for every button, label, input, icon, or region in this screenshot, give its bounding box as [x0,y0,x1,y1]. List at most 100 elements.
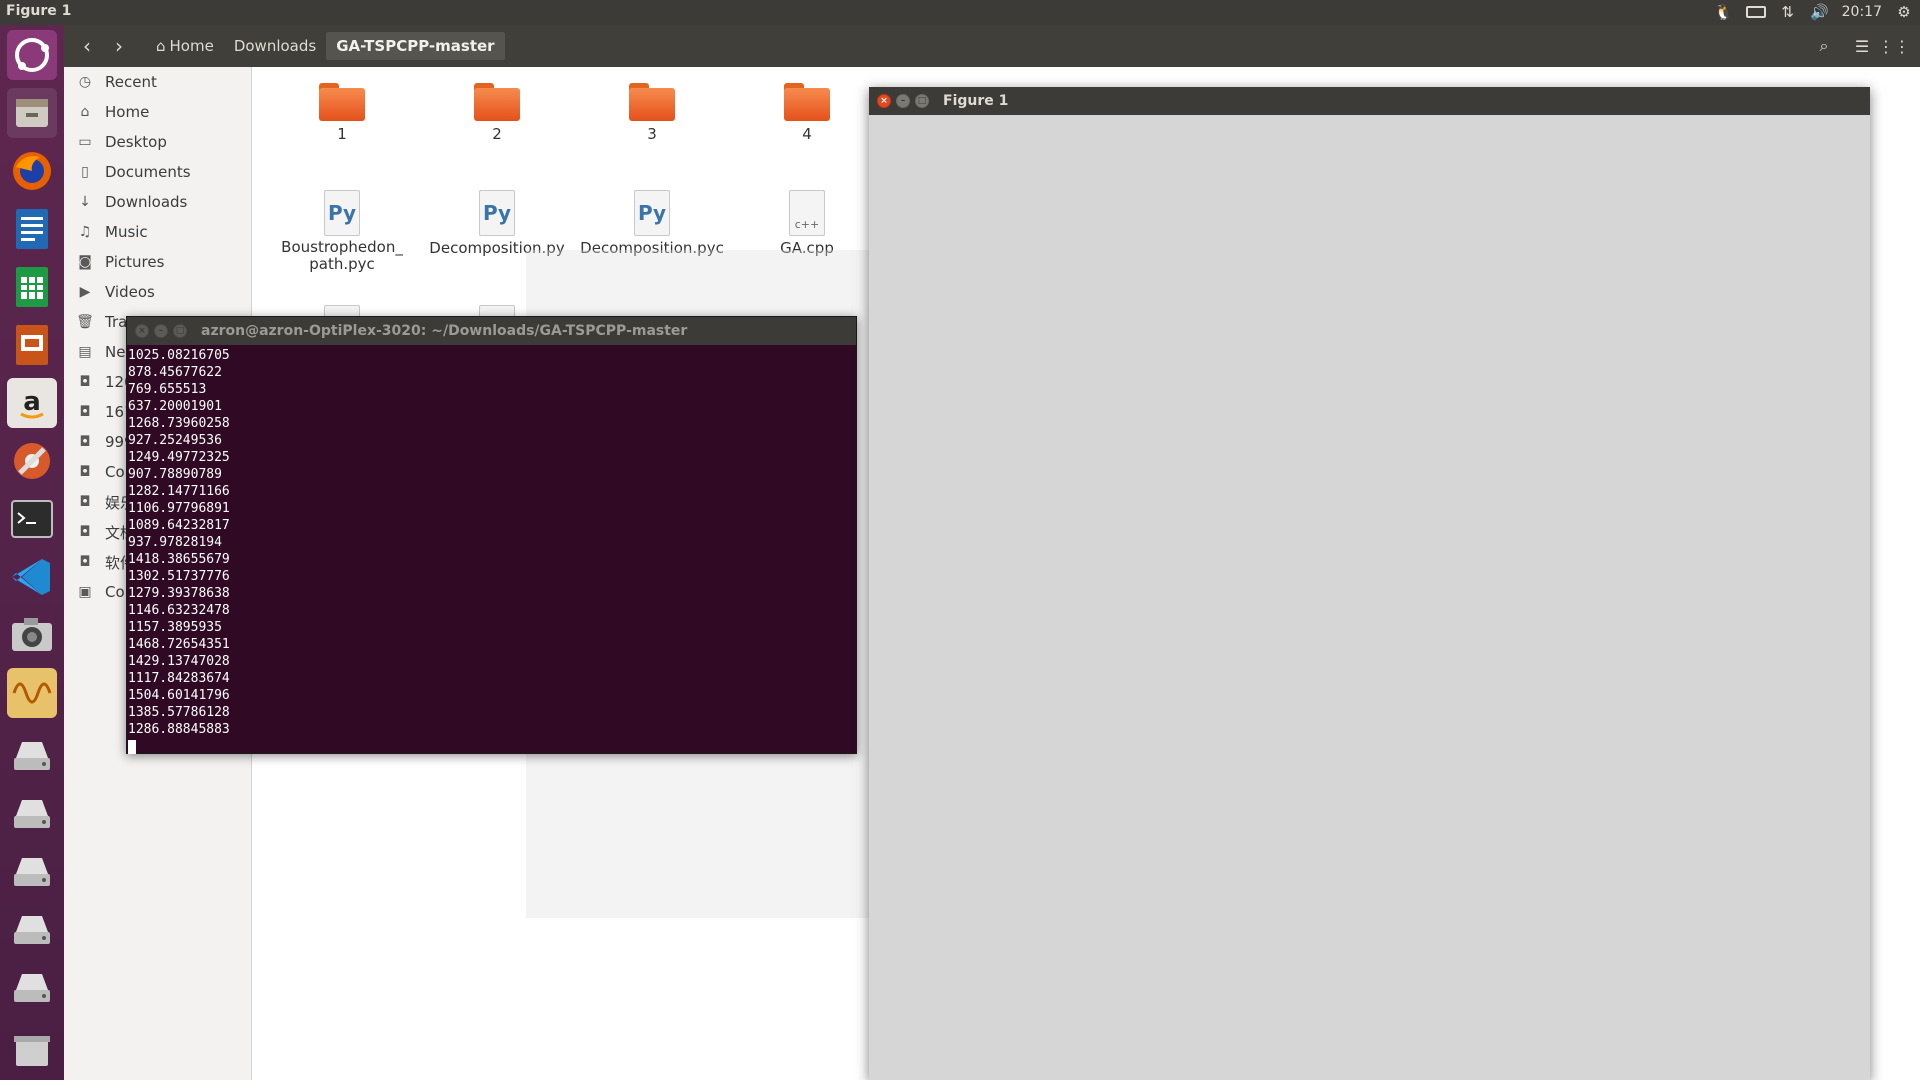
breadcrumb: ⌂ Home Downloads GA-TSPCPP-master [146,32,505,60]
clock-icon: ◷ [78,74,92,90]
terminal-line: 1106.97796891 [128,501,230,516]
drive-icon[interactable] [7,961,57,1011]
volume-icon[interactable]: 🔊 [1810,2,1830,22]
terminal-line: 1286.88845883 [128,722,230,737]
drive-icon[interactable] [7,845,57,895]
terminal-line: 878.45677622 [128,365,222,380]
terminal-line: 1302.51737776 [128,569,230,584]
terminal-line: 1117.84283674 [128,671,230,686]
close-icon[interactable]: × [135,324,149,338]
terminal-line: 1268.73960258 [128,416,230,431]
terminal-line: 1157.3895935 [128,620,222,635]
figure-titlebar[interactable]: × – □ Figure 1 [869,87,1870,115]
launcher: a [0,25,64,1080]
minimize-icon[interactable]: – [154,324,168,338]
breadcrumb-downloads[interactable]: Downloads [224,32,326,60]
amazon-icon[interactable]: a [7,378,57,428]
oscilloscope-icon[interactable] [7,668,57,718]
minimize-icon[interactable]: – [896,94,910,108]
system-tray: 🐧 ⇅ 🔊 20:17 ⚙ [1714,2,1914,22]
terminal-cursor [128,739,136,754]
sidebar-item-documents[interactable]: ▯ Documents [64,157,252,187]
terminal-titlebar[interactable]: × – □ azron@azron-OptiPlex-3020: ~/Downl… [127,317,856,345]
home-icon: ⌂ [80,104,90,120]
folder-item[interactable]: 1 [267,83,417,143]
document-icon: ▯ [81,164,89,180]
drive-icon[interactable] [7,729,57,779]
file-item[interactable]: c++ GA.cpp [732,190,882,257]
network-icon[interactable]: ⇅ [1778,2,1798,22]
files-icon[interactable] [7,88,57,138]
sidebar-item-videos[interactable]: ▶ Videos [64,277,252,307]
top-panel: Figure 1 🐧 ⇅ 🔊 20:17 ⚙ [0,0,1920,25]
active-window-title: Figure 1 [6,3,72,19]
camera-icon: ◙ [78,254,92,270]
trash-icon: 🗑 [76,314,94,330]
folder-icon: ▭ [78,134,92,150]
breadcrumb-home[interactable]: ⌂ Home [146,32,224,60]
terminal-output[interactable]: 1025.08216705 878.45677622 769.655513 63… [127,345,856,755]
terminal-window[interactable]: × – □ azron@azron-OptiPlex-3020: ~/Downl… [126,316,857,754]
home-icon: ⌂ [156,37,166,55]
settings-gear-icon[interactable]: ⚙ [1894,2,1914,22]
drive-icon: ◘ [79,524,91,540]
writer-icon[interactable] [7,204,57,254]
tux-icon[interactable]: 🐧 [1714,2,1734,22]
camera-icon[interactable] [7,610,57,660]
figure-window[interactable]: × – □ Figure 1 [869,87,1870,1080]
calc-icon[interactable] [7,262,57,312]
terminal-line: 1089.64232817 [128,518,230,533]
forward-button[interactable]: › [106,33,132,59]
terminal-line: 1504.60141796 [128,688,230,703]
terminal-icon[interactable] [7,494,57,544]
impress-icon[interactable] [7,320,57,370]
breadcrumb-current[interactable]: GA-TSPCPP-master [326,32,505,60]
terminal-line: 1025.08216705 [128,348,230,363]
file-item[interactable]: Py Boustrophedon_ path.pyc [267,190,417,273]
drive-icon: ◘ [79,494,91,510]
firefox-icon[interactable] [7,146,57,196]
sidebar-item-music[interactable]: ♫ Music [64,217,252,247]
terminal-line: 907.78890789 [128,467,222,482]
vscode-icon[interactable] [7,552,57,602]
maximize-icon[interactable]: □ [173,324,187,338]
list-view-icon[interactable]: ☰ [1848,33,1876,59]
python-file-icon: Py [634,190,670,236]
file-item[interactable]: Py Decomposition.py [422,190,572,257]
back-button[interactable]: ‹ [74,33,100,59]
trash-icon[interactable] [7,1025,57,1075]
cpp-file-icon: c++ [789,190,825,236]
terminal-line: 1429.13747028 [128,654,230,669]
network-icon: ▤ [78,344,92,360]
terminal-line: 637.20001901 [128,399,222,414]
drive-icon[interactable] [7,787,57,837]
folder-item[interactable]: 4 [732,83,882,143]
folder-item[interactable]: 3 [577,83,727,143]
sidebar-item-downloads[interactable]: ↓ Downloads [64,187,252,217]
terminal-line: 1282.14771166 [128,484,230,499]
python-file-icon: Py [324,190,360,236]
terminal-line: 1279.39378638 [128,586,230,601]
ubuntu-dash-icon[interactable] [7,30,57,80]
clock-time[interactable]: 20:17 [1842,4,1882,20]
sidebar-item-home[interactable]: ⌂ Home [64,97,252,127]
keyboard-icon[interactable] [1745,2,1766,22]
close-icon[interactable]: × [877,94,891,108]
sidebar-item-recent[interactable]: ◷ Recent [64,67,252,97]
file-item[interactable]: Py Decomposition.pyc [577,190,727,257]
folder-item[interactable]: 2 [422,83,572,143]
sidebar-item-desktop[interactable]: ▭ Desktop [64,127,252,157]
search-icon[interactable]: ⌕ [1810,33,1838,59]
system-settings-icon[interactable] [7,436,57,486]
drive-icon[interactable] [7,903,57,953]
terminal-line: 1418.38655679 [128,552,230,567]
drive-icon: ◘ [79,434,91,450]
terminal-line: 1385.57786128 [128,705,230,720]
maximize-icon[interactable]: □ [915,94,929,108]
folder-icon [629,83,675,121]
grid-menu-icon[interactable]: ⋮⋮ [1878,33,1910,59]
figure-canvas[interactable] [869,115,1870,1080]
sidebar-item-pictures[interactable]: ◙ Pictures [64,247,252,277]
drive-icon: ◘ [79,464,91,480]
terminal-line: 1468.72654351 [128,637,230,652]
